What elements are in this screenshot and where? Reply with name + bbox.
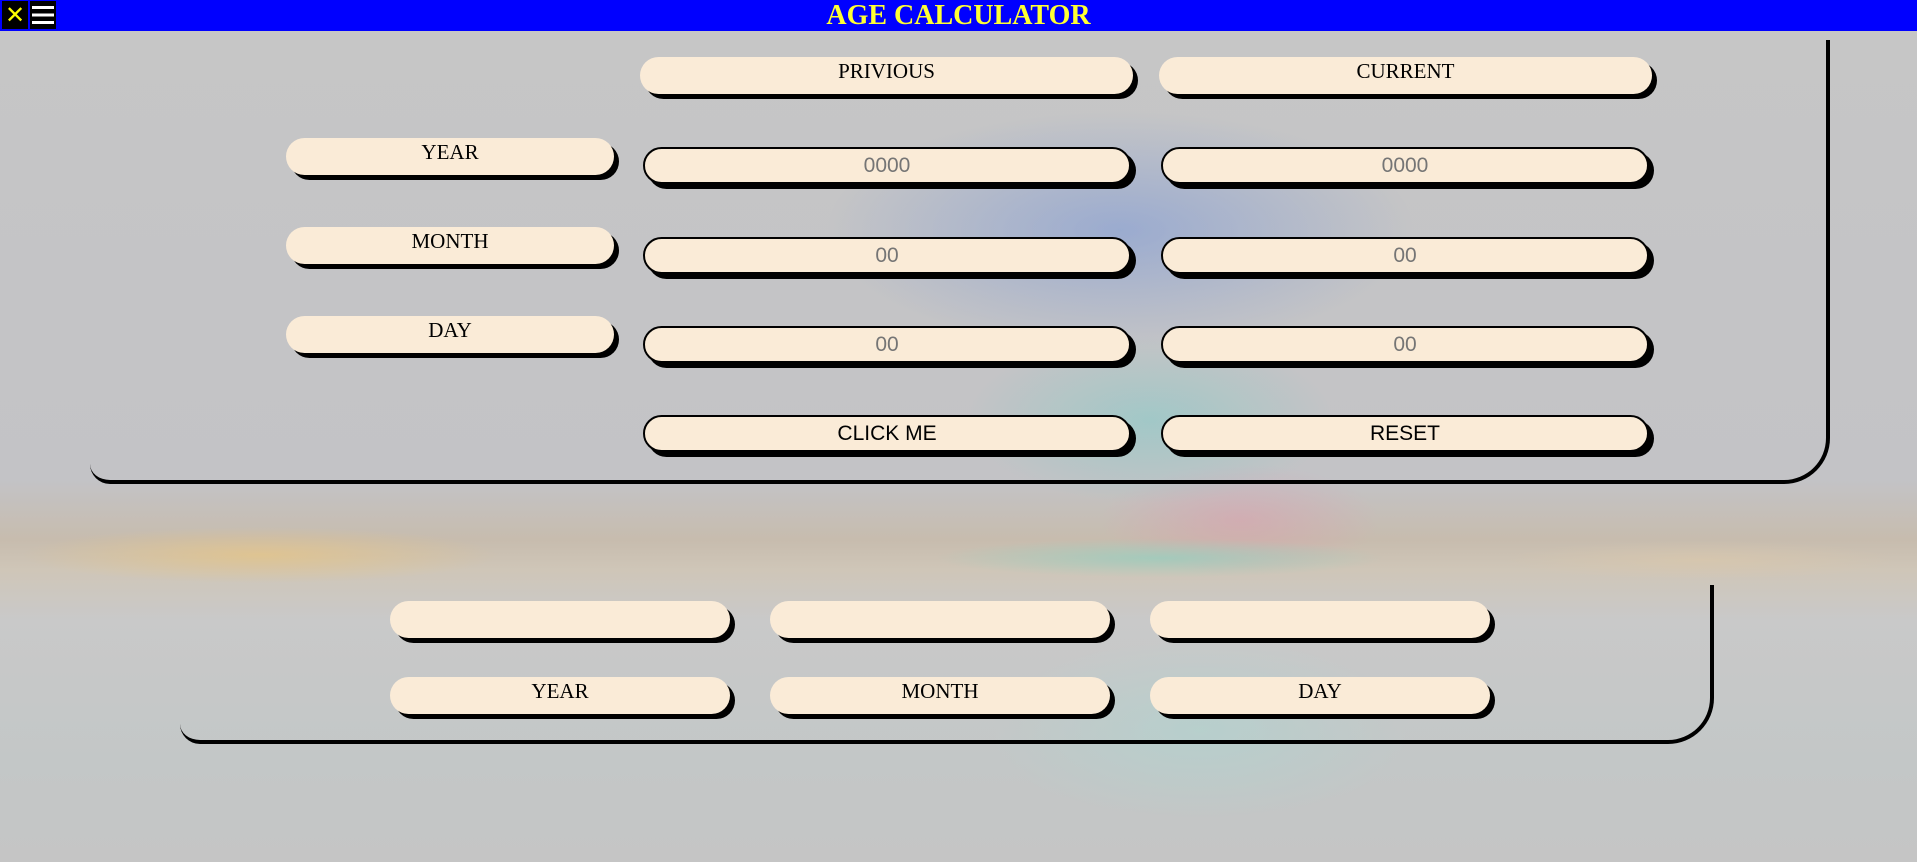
current-month-input[interactable] (1161, 237, 1649, 274)
current-day-input[interactable] (1161, 326, 1649, 363)
hamburger-menu-icon[interactable] (30, 1, 56, 29)
reset-button[interactable]: RESET (1161, 415, 1649, 452)
month-row-label: MONTH (286, 227, 614, 264)
close-icon[interactable]: ✕ (2, 1, 28, 29)
previous-month-input[interactable] (643, 237, 1131, 274)
page-title: AGE CALCULATOR (826, 0, 1091, 31)
current-year-input[interactable] (1161, 147, 1649, 184)
calculate-button[interactable]: CLICK ME (643, 415, 1131, 452)
day-row-label: DAY (286, 316, 614, 353)
result-month-value (770, 601, 1110, 638)
previous-column-header: PRIVIOUS (640, 57, 1133, 94)
background-city-lights (0, 520, 1917, 590)
year-row-label: YEAR (286, 138, 614, 175)
result-month-label: MONTH (770, 677, 1110, 714)
current-column-header: CURRENT (1159, 57, 1652, 94)
result-year-value (390, 601, 730, 638)
result-day-label: DAY (1150, 677, 1490, 714)
result-year-label: YEAR (390, 677, 730, 714)
app-header: ✕ AGE CALCULATOR (0, 0, 1917, 31)
previous-day-input[interactable] (643, 326, 1131, 363)
previous-year-input[interactable] (643, 147, 1131, 184)
result-day-value (1150, 601, 1490, 638)
